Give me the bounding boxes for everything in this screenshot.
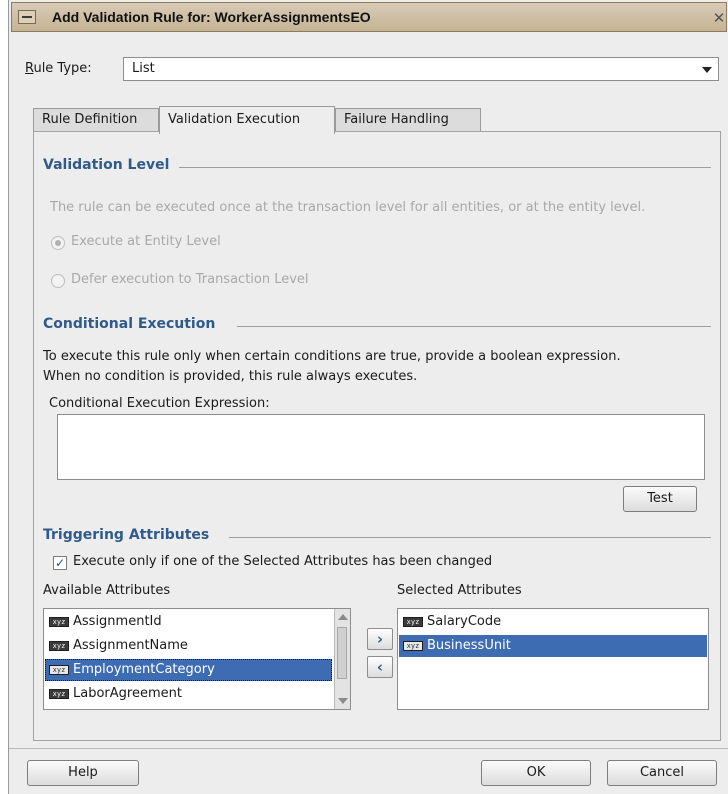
list-item[interactable]: xyz AssignmentName xyxy=(45,635,349,657)
vertical-scrollbar[interactable] xyxy=(334,609,350,709)
divider xyxy=(179,167,711,168)
divider xyxy=(229,537,711,538)
rule-type-select[interactable]: List xyxy=(123,57,719,81)
rule-type-value: List xyxy=(132,61,155,76)
available-attributes-label: Available Attributes xyxy=(43,583,171,598)
title-bar[interactable]: Add Validation Rule for: WorkerAssignmen… xyxy=(11,2,727,32)
chevron-down-icon[interactable] xyxy=(702,67,712,73)
list-item[interactable]: xyz BusinessUnit xyxy=(399,635,707,657)
conditional-description-line2: When no condition is provided, this rule… xyxy=(43,369,418,384)
attribute-icon: xyz xyxy=(49,665,69,675)
list-item-label: SalaryCode xyxy=(427,614,502,629)
window-title: Add Validation Rule for: WorkerAssignmen… xyxy=(52,9,371,25)
list-item-label: BusinessUnit xyxy=(427,638,511,653)
dialog-window: Add Validation Rule for: WorkerAssignmen… xyxy=(8,0,728,794)
cancel-button[interactable]: Cancel xyxy=(607,760,717,786)
scroll-up-icon[interactable] xyxy=(338,614,348,620)
scroll-thumb[interactable] xyxy=(337,627,347,679)
chevron-right-icon: › xyxy=(376,630,384,648)
attribute-icon: xyz xyxy=(403,617,423,627)
window-menu-icon[interactable] xyxy=(18,10,36,24)
scroll-down-icon[interactable] xyxy=(338,698,348,704)
conditional-description-line1: To execute this rule only when certain c… xyxy=(43,349,621,364)
tab-validation-execution-label: Validation Execution xyxy=(168,112,301,127)
list-item-label: AssignmentName xyxy=(73,638,188,653)
footer-divider xyxy=(9,748,728,749)
list-item[interactable]: xyz LaborAgreement xyxy=(45,683,349,705)
conditional-expression-input[interactable] xyxy=(57,414,705,480)
selected-attributes-label: Selected Attributes xyxy=(397,583,522,598)
close-icon[interactable]: ✕ xyxy=(710,9,728,27)
attribute-icon: xyz xyxy=(49,641,69,651)
list-item[interactable]: xyz SalaryCode xyxy=(399,611,707,633)
divider xyxy=(237,326,711,327)
rule-type-label-rest: ule Type: xyxy=(33,61,92,76)
attribute-icon: xyz xyxy=(49,617,69,627)
triggering-attributes-heading: Triggering Attributes xyxy=(43,527,218,543)
expression-label: Conditional Execution Expression: xyxy=(49,396,270,411)
chevron-left-icon: ‹ xyxy=(376,658,384,676)
radio-transaction-level-label: Defer execution to Transaction Level xyxy=(71,272,309,287)
move-left-button[interactable]: ‹ xyxy=(367,656,393,678)
move-right-button[interactable]: › xyxy=(367,628,393,650)
list-item[interactable]: xyz EmploymentCategory xyxy=(45,659,332,681)
radio-transaction-level[interactable] xyxy=(51,274,65,288)
list-item-label: AssignmentId xyxy=(73,614,162,629)
tab-validation-execution[interactable]: Validation Execution xyxy=(159,106,335,134)
validation-level-description: The rule can be executed once at the tra… xyxy=(50,200,646,215)
rule-type-label: Rule Type: xyxy=(25,61,92,76)
validation-level-heading: Validation Level xyxy=(43,157,178,173)
list-item-label: LaborAgreement xyxy=(73,686,182,701)
radio-entity-level[interactable] xyxy=(51,236,65,250)
tab-failure-handling-label: Failure Handling xyxy=(344,112,449,127)
tab-rule-definition[interactable]: Rule Definition xyxy=(33,108,159,132)
ok-button[interactable]: OK xyxy=(481,760,591,786)
test-button[interactable]: Test xyxy=(623,486,697,512)
attribute-icon: xyz xyxy=(403,641,423,651)
tab-rule-definition-label: Rule Definition xyxy=(42,112,138,127)
selected-attributes-list[interactable]: xyz SalaryCode xyz BusinessUnit xyxy=(397,608,709,710)
execute-if-changed-label: Execute only if one of the Selected Attr… xyxy=(73,554,493,569)
list-item[interactable]: xyz AssignmentId xyxy=(45,611,349,633)
available-attributes-list[interactable]: xyz AssignmentId xyz AssignmentName xyz Emp… xyxy=(43,608,351,710)
conditional-execution-heading: Conditional Execution xyxy=(43,316,224,332)
help-button[interactable]: Help xyxy=(27,760,139,786)
execute-if-changed-checkbox[interactable]: ✓ xyxy=(53,556,67,570)
list-item-label: EmploymentCategory xyxy=(73,662,215,677)
radio-entity-level-label: Execute at Entity Level xyxy=(71,234,221,249)
attribute-icon: xyz xyxy=(49,689,69,699)
tab-failure-handling[interactable]: Failure Handling xyxy=(335,108,481,132)
